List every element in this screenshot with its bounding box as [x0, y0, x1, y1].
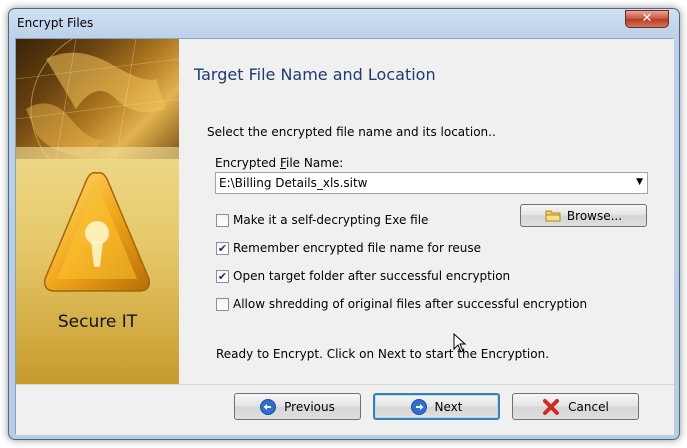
window-title: Encrypt Files [17, 16, 94, 30]
checkbox-self-decrypting[interactable] [216, 213, 229, 227]
sidebar: Secure IT [16, 39, 179, 384]
button-bar: Previous Next Cancel [16, 384, 674, 435]
checkbox-allow-shredding[interactable] [216, 297, 229, 311]
file-name-value[interactable]: E:\Billing Details_xls.sitw [219, 176, 367, 190]
option-open-folder[interactable]: ✔ Open target folder after successful en… [216, 268, 510, 284]
option-label: Make it a self-decrypting Exe file [233, 213, 429, 227]
title-bar[interactable]: Encrypt Files ✕ [9, 9, 679, 39]
sidebar-label: Secure IT [57, 312, 138, 332]
option-label: Allow shredding of original files after … [233, 297, 588, 311]
forward-arrow-icon [410, 398, 427, 415]
instruction-text: Select the encrypted file name and its l… [207, 125, 496, 139]
file-name-label-prefix: Encrypted [215, 156, 280, 170]
file-name-label-suffix: ile Name: [286, 156, 344, 170]
option-allow-shredding[interactable]: Allow shredding of original files after … [216, 296, 587, 312]
page-title: Target File Name and Location [194, 65, 436, 84]
file-name-combobox[interactable]: E:\Billing Details_xls.sitw ▼ [215, 172, 648, 194]
next-label: Next [434, 399, 463, 414]
cancel-label: Cancel [568, 399, 609, 414]
cancel-x-icon [543, 398, 560, 415]
folder-icon [545, 210, 561, 222]
mouse-cursor-icon [453, 333, 467, 353]
main-content: Target File Name and Location Select the… [179, 39, 674, 384]
next-button[interactable]: Next [373, 393, 500, 420]
dialog-client-area: Secure IT Target File Name and Location … [15, 38, 674, 435]
browse-label: Browse... [566, 208, 623, 223]
option-label: Remember encrypted file name for reuse [233, 241, 481, 255]
close-button[interactable]: ✕ [625, 10, 669, 28]
encrypt-files-dialog: Encrypt Files ✕ Secure IT Target File Na… [8, 8, 680, 440]
browse-button[interactable]: Browse... [520, 204, 647, 227]
warning-keyhole-icon [43, 171, 151, 292]
status-text: Ready to Encrypt. Click on Next to start… [216, 347, 550, 361]
previous-label: Previous [284, 399, 335, 414]
checkbox-open-folder[interactable]: ✔ [216, 269, 229, 283]
back-arrow-icon [260, 398, 277, 415]
checkbox-remember-name[interactable]: ✔ [216, 241, 229, 255]
option-label: Open target folder after successful encr… [233, 269, 511, 283]
close-icon: ✕ [641, 11, 653, 26]
file-name-label: Encrypted File Name: [215, 156, 343, 170]
cancel-button[interactable]: Cancel [512, 393, 639, 420]
previous-button[interactable]: Previous [234, 393, 361, 420]
dropdown-arrow-icon[interactable]: ▼ [636, 177, 643, 187]
globe-image [16, 39, 179, 159]
option-remember-name[interactable]: ✔ Remember encrypted file name for reuse [216, 240, 481, 256]
option-self-decrypting[interactable]: Make it a self-decrypting Exe file [216, 212, 428, 228]
